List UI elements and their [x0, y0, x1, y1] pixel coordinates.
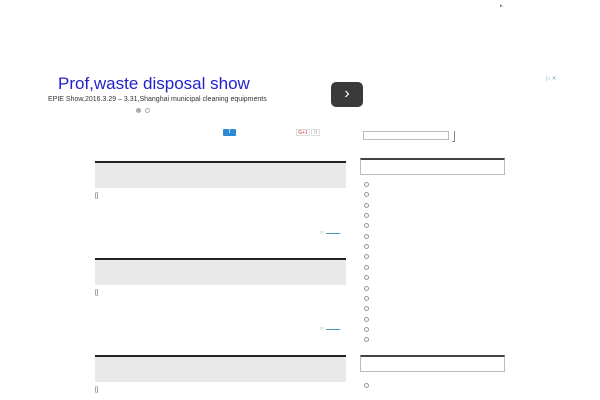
gplus-count: 0 [311, 129, 320, 136]
search-input[interactable] [363, 131, 449, 140]
post-meta: [] [95, 290, 99, 296]
ad-close-icon[interactable]: ▷✕ [546, 75, 558, 82]
ad-next-button[interactable]: › [331, 82, 363, 107]
post-header[interactable] [95, 161, 346, 188]
post-header[interactable] [95, 355, 346, 382]
sidebar-list-item[interactable] [364, 254, 369, 260]
ad-dot-active[interactable] [136, 108, 141, 113]
twitter-share-button[interactable]: t [223, 129, 236, 136]
sidebar-list-item[interactable] [364, 306, 369, 312]
top-mark: ▸. [500, 3, 504, 9]
sidebar-list-item[interactable] [364, 275, 369, 281]
sidebar-list-item[interactable] [364, 383, 369, 388]
post-meta: [] [95, 387, 99, 393]
sidebar-list-item[interactable] [364, 326, 369, 332]
gplus-button[interactable]: G+1 [296, 129, 310, 136]
read-more-link[interactable]: ○ [320, 326, 340, 332]
ad-subtitle: EPIE Show,2016.3.29 – 3.31,Shanghai muni… [48, 96, 267, 103]
ad-dot[interactable] [145, 108, 150, 113]
sidebar-list-item[interactable] [364, 316, 369, 322]
search-button[interactable] [452, 131, 455, 142]
sidebar-list-item[interactable] [364, 233, 369, 239]
sidebar-widget-title [360, 355, 505, 372]
read-more-link[interactable]: ○ [320, 230, 340, 236]
sidebar-list-item[interactable] [364, 213, 369, 219]
sidebar-list-item[interactable] [364, 244, 369, 250]
sidebar-list-item[interactable] [364, 182, 369, 187]
sidebar-list-item[interactable] [364, 223, 369, 229]
post-meta: [] [95, 193, 99, 199]
sidebar-list-item[interactable] [364, 337, 369, 343]
sidebar-widget-title [360, 158, 505, 175]
ad-title-link[interactable]: Prof,waste disposal show [58, 74, 250, 94]
sidebar-list-item[interactable] [364, 285, 369, 291]
sidebar-list-item[interactable] [364, 264, 369, 270]
post-header[interactable] [95, 258, 346, 285]
sidebar-list-item[interactable] [364, 295, 369, 301]
sidebar-list-item[interactable] [364, 202, 369, 208]
sidebar-list-item[interactable] [364, 192, 369, 198]
